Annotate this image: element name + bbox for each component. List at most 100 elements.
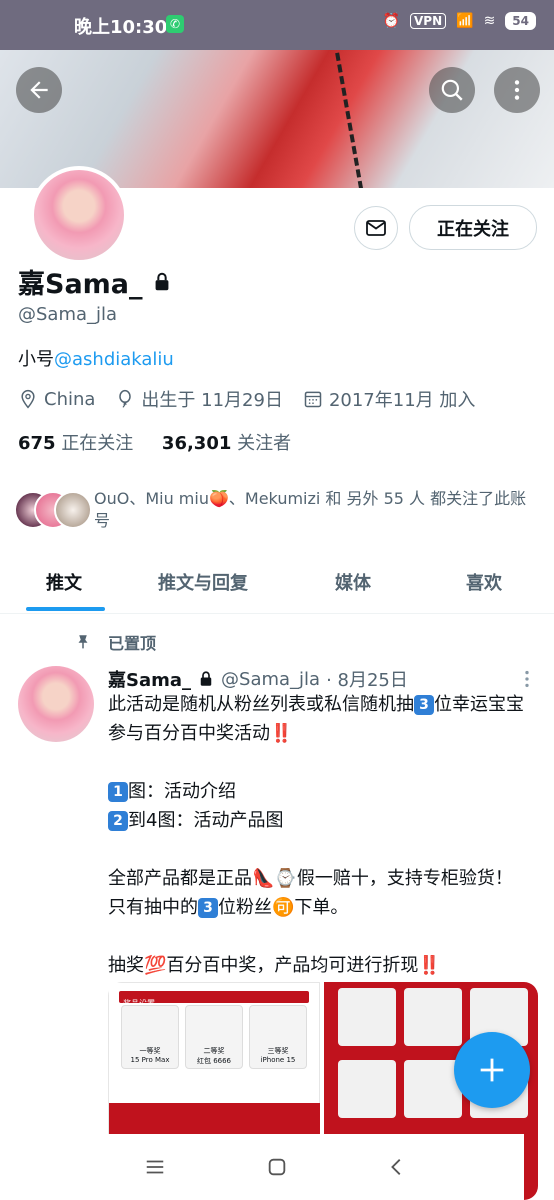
recents-nav-button[interactable] (144, 1156, 166, 1182)
tweet-paragraph: 全部产品都是正品👠⌚假一赔十，支持专柜验货！只有抽中的 3 位粉丝🉑下单。 (108, 864, 528, 922)
home-nav-button[interactable] (266, 1156, 288, 1182)
profile-name: 嘉Sama_ (18, 269, 143, 300)
square-icon (268, 1158, 286, 1176)
search-button[interactable] (429, 67, 475, 113)
chevron-left-icon (391, 1159, 401, 1175)
number-3-emoji: 3 (414, 695, 434, 715)
birthday-text: 出生于 11月29日 (141, 390, 283, 411)
alarm-icon: ⏰ (382, 13, 400, 29)
promo-shoe (338, 988, 397, 1046)
more-options-button[interactable] (494, 67, 540, 113)
message-button[interactable] (354, 206, 398, 250)
balloon-icon (119, 389, 132, 408)
menu-icon (146, 1160, 164, 1174)
number-2-emoji: 2 (108, 811, 128, 831)
profile-handle: @Sama_jla (18, 304, 118, 325)
compose-tweet-button[interactable] (454, 1032, 530, 1108)
status-time: 晚上10:30 (74, 17, 168, 38)
promo-product: 三等奖 iPhone 15 (249, 1005, 307, 1069)
promo-product-label: 一等奖 (139, 1047, 161, 1055)
tweet-paragraph: 此活动是随机从粉丝列表或私信随机抽 3 位幸运宝宝参与百分百中奖活动‼️ (108, 690, 528, 748)
mail-icon (366, 220, 386, 236)
followed-by-row[interactable]: OuO、Miu miu🍑、Mekumizi 和 另外 55 人 都关注了此账号 (14, 486, 534, 534)
call-icon: ✆ (166, 15, 184, 33)
following-count-link[interactable]: 675 正在关注 (18, 433, 133, 454)
promo-product-label: 三等奖 (267, 1047, 289, 1055)
profile-tabs: 推文 推文与回复 媒体 喜欢 (0, 555, 554, 614)
bio-text: 小号 (18, 349, 54, 370)
more-vertical-icon (525, 670, 529, 688)
followed-by-text: OuO、Miu miu🍑、Mekumizi 和 另外 55 人 都关注了此账号 (94, 489, 527, 530)
tab-likes[interactable]: 喜欢 (466, 569, 502, 595)
promo-product-name: iPhone 15 (260, 1056, 296, 1064)
search-icon (441, 79, 463, 101)
profile-meta: China 出生于 11月29日 2017年11月 加入 (18, 386, 489, 412)
lock-icon (155, 272, 168, 290)
joined-text: 2017年11月 加入 (328, 390, 476, 411)
back-arrow-icon (30, 81, 48, 99)
plus-icon (480, 1058, 504, 1082)
tab-media[interactable]: 媒体 (335, 569, 371, 595)
vpn-badge: VPN (410, 13, 447, 29)
battery-badge: 54 (505, 12, 536, 30)
number-3-emoji: 3 (198, 898, 218, 918)
status-icons: ⏰ VPN 📶 ≋ 54 (383, 12, 536, 30)
promo-product: 一等奖 15 Pro Max (121, 1005, 179, 1069)
calendar-icon (304, 391, 322, 408)
number-1-emoji: 1 (108, 782, 128, 802)
tweet-header: 嘉Sama_ @Sama_jla · 8月25日 (108, 666, 408, 692)
signal-icon: 📶 (456, 13, 474, 29)
tab-tweets[interactable]: 推文 (46, 569, 82, 595)
following-button[interactable]: 正在关注 (409, 205, 537, 250)
tweet-paragraph: 1 图：活动介绍 (108, 777, 528, 806)
tweet-author[interactable]: 嘉Sama_ (108, 666, 191, 692)
tweet-text-span: 位粉丝🉑下单。 (218, 897, 349, 918)
lock-icon (200, 671, 212, 686)
active-tab-indicator (26, 607, 105, 611)
double-exclamation-emoji: ‼️ (418, 955, 441, 976)
more-vertical-icon (514, 80, 520, 100)
location-text: China (44, 388, 96, 410)
bio-link[interactable]: @ashdiakaliu (54, 349, 174, 370)
tweet-handle: @Sama_jla (221, 668, 321, 690)
joined-item: 2017年11月 加入 (303, 386, 475, 412)
tweet-avatar[interactable] (18, 666, 94, 742)
follower-avatar (54, 491, 92, 529)
status-bar: 晚上10:30 ✆ ⏰ VPN 📶 ≋ 54 (0, 0, 554, 50)
followers-count-link[interactable]: 36,301 关注者 (162, 433, 291, 454)
pin-icon (78, 635, 88, 649)
following-count: 675 (18, 433, 56, 454)
promo-product-name: 红包 6666 (196, 1057, 232, 1065)
profile-bio: 小号@ashdiakaliu (18, 345, 174, 371)
tab-tweets-replies[interactable]: 推文与回复 (158, 569, 248, 595)
birthday-item: 出生于 11月29日 (115, 386, 283, 412)
follow-counts: 675 正在关注 36,301 关注者 (18, 429, 291, 455)
wifi-icon: ≋ (483, 13, 496, 29)
promo-product: 二等奖红包 6666 (185, 1005, 243, 1069)
pinned-label: 已置顶 (108, 634, 157, 653)
tweet-paragraph: 抽奖💯百分百中奖，产品均可进行折现‼️ (108, 951, 528, 980)
following-label: 正在关注 (61, 433, 134, 454)
system-nav-bar (30, 1134, 524, 1200)
tweet-text: 此活动是随机从粉丝列表或私信随机抽 3 位幸运宝宝参与百分百中奖活动‼️ 1 图：活动… (108, 690, 528, 980)
promo-header-bar: 奖品设置 (119, 991, 309, 1008)
followers-count: 36,301 (161, 433, 232, 454)
promo-product-label: 二等奖 (203, 1047, 225, 1055)
tweet-date[interactable]: · 8月25日 (326, 666, 408, 692)
location-item: China (18, 389, 95, 410)
double-exclamation-emoji: ‼️ (270, 723, 293, 744)
banner-chain (335, 50, 385, 188)
back-nav-button[interactable] (386, 1156, 408, 1182)
promo-shoe (404, 988, 463, 1046)
tweet-text-span: 图：活动介绍 (128, 781, 236, 802)
profile-name-row: 嘉Sama_ (18, 262, 173, 301)
tweet-text-span: 抽奖💯百分百中奖，产品均可进行折现 (108, 955, 419, 976)
location-pin-icon (21, 389, 35, 409)
pinned-label-row: 已置顶 (74, 630, 156, 654)
promo-shoe (338, 1060, 397, 1118)
back-button[interactable] (16, 67, 62, 113)
tweet-text-span: 此活动是随机从粉丝列表或私信随机抽 (108, 694, 414, 715)
profile-avatar[interactable] (30, 166, 128, 264)
promo-product-name: 15 Pro Max (130, 1056, 170, 1064)
tweet-text-span: 到4图：活动产品图 (128, 810, 284, 831)
